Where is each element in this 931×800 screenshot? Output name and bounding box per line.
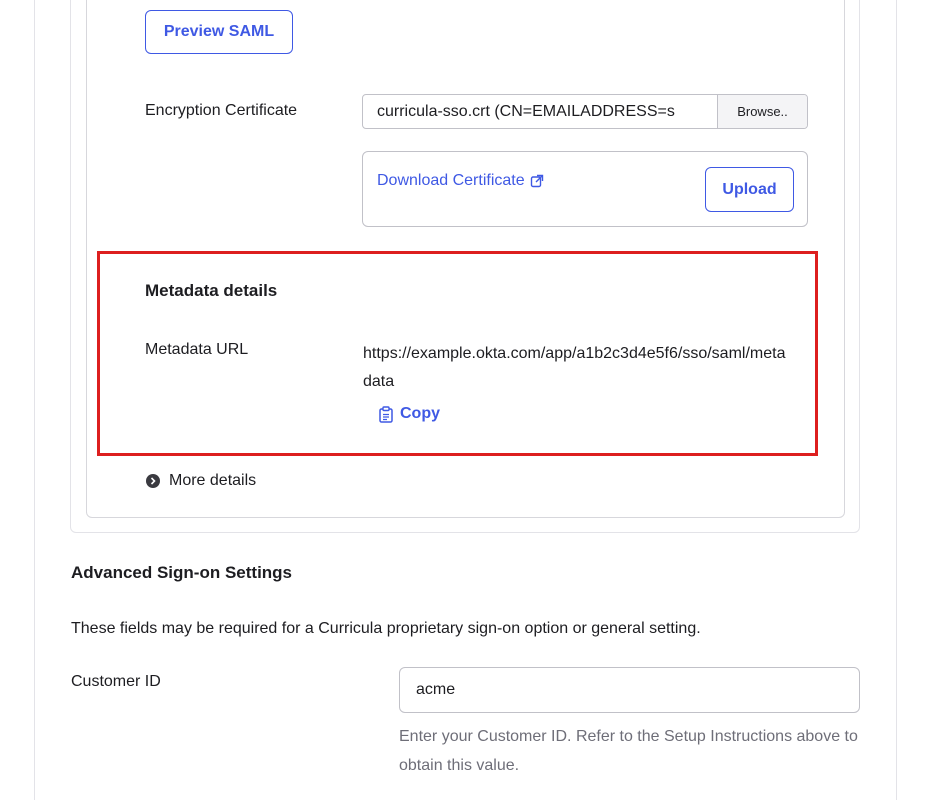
customer-id-help-text: Enter your Customer ID. Refer to the Set… (399, 728, 858, 774)
metadata-details-title: Metadata details (145, 281, 278, 300)
page: Preview SAML Encryption Certificate curr… (0, 0, 931, 800)
copy-metadata-url-button[interactable]: Copy (378, 405, 440, 423)
certificate-file-name: curricula-sso.crt (CN=EMAILADDRESS=s (377, 103, 675, 120)
advanced-settings-title: Advanced Sign-on Settings (71, 563, 293, 582)
customer-id-label: Customer ID (71, 673, 161, 690)
browse-button[interactable]: Browse.. (717, 95, 807, 128)
metadata-url-label: Metadata URL (145, 341, 249, 358)
clipboard-icon (379, 405, 393, 423)
download-certificate-link[interactable]: Download Certificate (377, 172, 544, 190)
certificate-actions-box: Download Certificate Upload (362, 151, 808, 227)
preview-saml-button[interactable]: Preview SAML (145, 10, 293, 54)
encryption-certificate-file-input[interactable]: curricula-sso.crt (CN=EMAILADDRESS=s Bro… (362, 94, 808, 129)
customer-id-input[interactable] (399, 667, 860, 713)
upload-button[interactable]: Upload (705, 167, 794, 212)
download-certificate-label: Download Certificate (377, 172, 525, 189)
encryption-certificate-label: Encryption Certificate (145, 102, 298, 119)
more-details-toggle[interactable]: More details (146, 472, 256, 490)
copy-label: Copy (400, 405, 440, 422)
metadata-url-value: https://example.okta.com/app/a1b2c3d4e5f… (363, 345, 786, 390)
chevron-right-circle-icon (146, 474, 160, 488)
external-link-icon (530, 174, 543, 188)
advanced-settings-description: These fields may be required for a Curri… (71, 620, 701, 637)
more-details-label: More details (169, 472, 257, 489)
